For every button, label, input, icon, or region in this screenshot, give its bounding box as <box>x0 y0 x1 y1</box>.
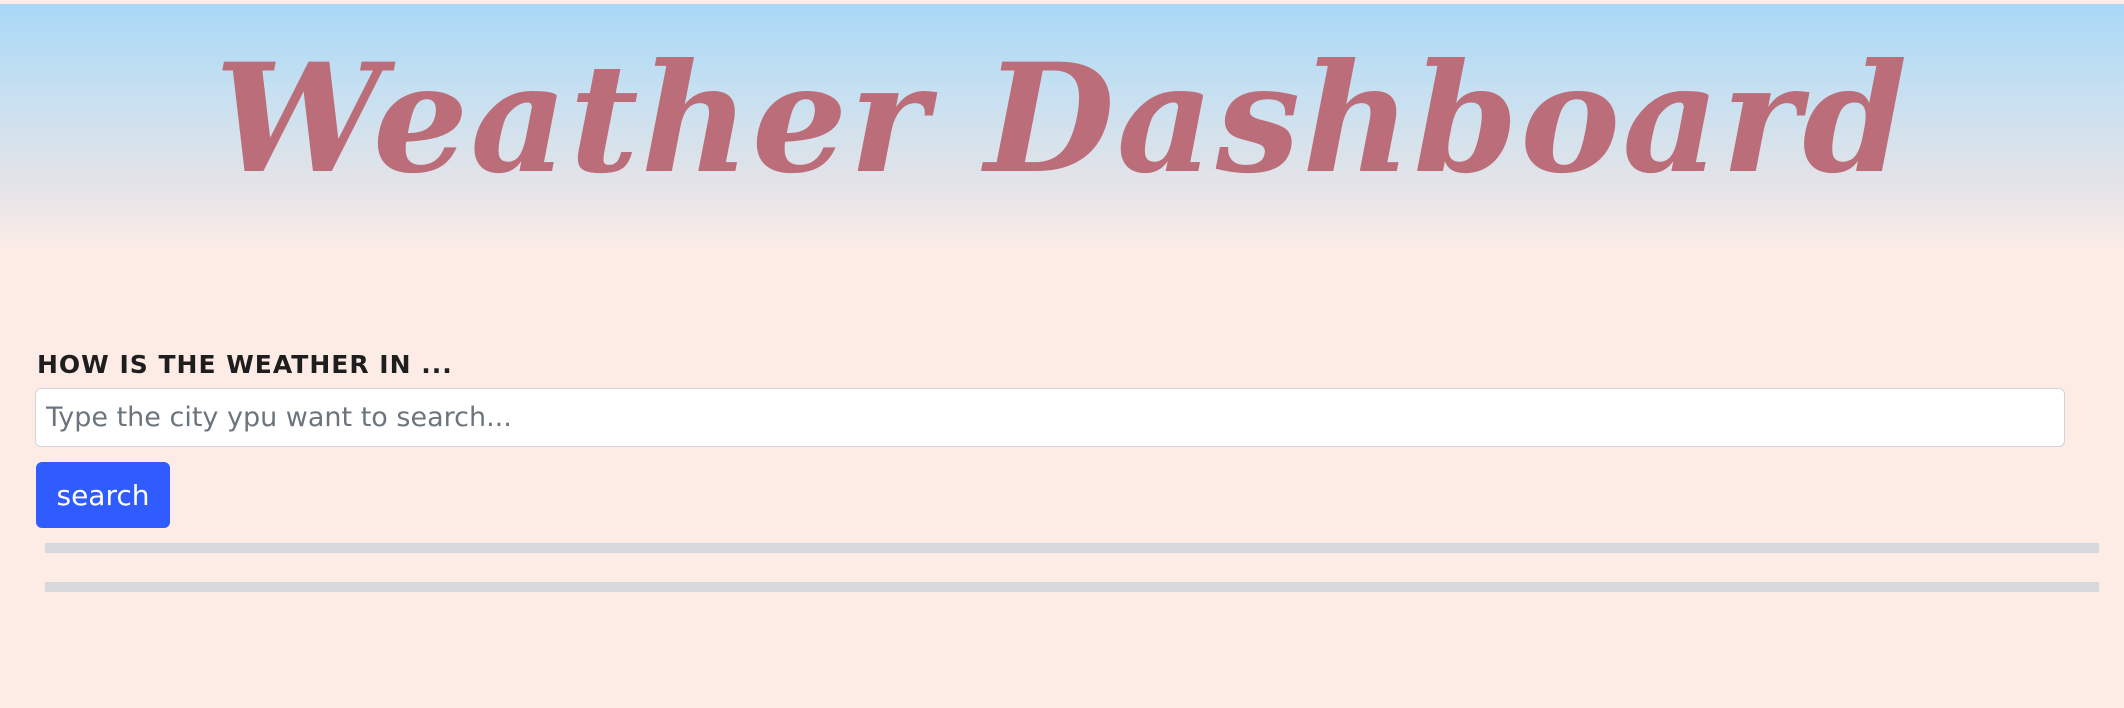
page-title: Weather Dashboard <box>214 31 1910 207</box>
results-divider-top <box>45 543 2099 553</box>
results-divider-bottom <box>45 582 2099 592</box>
search-input[interactable] <box>35 388 2065 447</box>
search-label: How is the weather in ... <box>37 350 453 379</box>
search-button[interactable]: search <box>36 462 170 528</box>
header-banner: Weather Dashboard <box>0 4 2124 254</box>
